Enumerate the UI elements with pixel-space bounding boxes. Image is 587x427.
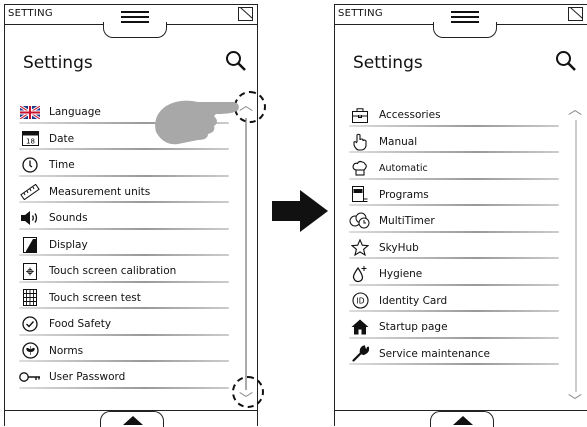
list-item-automatic[interactable]: Automatic bbox=[349, 155, 563, 182]
key-icon bbox=[19, 368, 41, 386]
item-label: Automatic bbox=[379, 162, 428, 174]
item-label: Time bbox=[49, 159, 75, 172]
calibration-icon bbox=[19, 262, 41, 280]
list-item-startup-page[interactable]: Startup page bbox=[349, 314, 563, 341]
item-label: Manual bbox=[379, 135, 418, 148]
calendar-icon: 18 bbox=[19, 130, 41, 148]
list-item-time[interactable]: Time bbox=[19, 152, 233, 179]
scroll-up-icon[interactable]: ︿ bbox=[568, 99, 582, 119]
toolbox-icon bbox=[349, 106, 371, 124]
item-label: Touch screen calibration bbox=[49, 265, 177, 278]
item-label: Identity Card bbox=[379, 294, 448, 307]
uk-flag-icon bbox=[19, 103, 41, 121]
list-item-identity-card[interactable]: ID Identity Card bbox=[349, 288, 563, 315]
list-item-user-password[interactable]: User Password bbox=[19, 364, 233, 391]
page-title: Settings bbox=[353, 53, 423, 73]
settings-panel-before: SETTING Settings Language 18 Date Time M… bbox=[4, 4, 266, 427]
hamburger-icon[interactable] bbox=[121, 11, 149, 23]
list-item-display[interactable]: Display bbox=[19, 232, 233, 259]
calendar-date-text: 18 bbox=[26, 138, 35, 146]
grid-icon bbox=[19, 289, 41, 307]
multitimer-icon bbox=[349, 212, 371, 230]
list-item-measurement-units[interactable]: Measurement units bbox=[19, 179, 233, 206]
item-label: Norms bbox=[49, 344, 84, 357]
list-item-accessories[interactable]: Accessories bbox=[349, 102, 563, 129]
settings-list: Accessories Manual Automatic Programs Mu… bbox=[349, 102, 563, 367]
header-label: SETTING bbox=[8, 8, 53, 19]
hamburger-icon[interactable] bbox=[451, 11, 479, 23]
item-label: Measurement units bbox=[49, 185, 151, 198]
expand-up-button[interactable] bbox=[430, 411, 494, 427]
list-item-touch-screen-calibration[interactable]: Touch screen calibration bbox=[19, 258, 233, 285]
scrollbar[interactable] bbox=[245, 118, 247, 390]
ruler-icon bbox=[19, 183, 41, 201]
highlight-scroll-down bbox=[232, 376, 264, 408]
list-item-hygiene[interactable]: Hygiene bbox=[349, 261, 563, 288]
item-label: SkyHub bbox=[379, 241, 419, 254]
header-label: SETTING bbox=[338, 8, 383, 19]
list-item-service-maintenance[interactable]: Service maintenance bbox=[349, 341, 563, 368]
list-item-food-safety[interactable]: Food Safety bbox=[19, 311, 233, 338]
search-icon[interactable] bbox=[225, 50, 247, 72]
item-label: Hygiene bbox=[379, 268, 423, 281]
list-item-manual[interactable]: Manual bbox=[349, 129, 563, 156]
chef-hat-icon bbox=[349, 159, 371, 177]
item-label: User Password bbox=[49, 371, 126, 384]
item-label: Date bbox=[49, 132, 75, 145]
drop-icon bbox=[349, 265, 371, 283]
list-item-skyhub[interactable]: SkyHub bbox=[349, 235, 563, 262]
item-label: Programs bbox=[379, 188, 429, 201]
star-icon bbox=[349, 239, 371, 257]
transition-arrow-icon bbox=[272, 190, 328, 232]
close-icon[interactable] bbox=[568, 7, 583, 21]
list-item-multitimer[interactable]: MultiTimer bbox=[349, 208, 563, 235]
item-label: Service maintenance bbox=[379, 347, 490, 360]
close-icon[interactable] bbox=[238, 7, 253, 21]
page-title: Settings bbox=[23, 53, 93, 73]
list-item-touch-screen-test[interactable]: Touch screen test bbox=[19, 285, 233, 312]
home-icon bbox=[349, 318, 371, 336]
item-label: Accessories bbox=[379, 109, 441, 122]
clock-icon bbox=[19, 156, 41, 174]
item-label: MultiTimer bbox=[379, 215, 435, 228]
list-item-sounds[interactable]: Sounds bbox=[19, 205, 233, 232]
display-icon bbox=[19, 236, 41, 254]
check-circle-icon bbox=[19, 315, 41, 333]
item-label: Touch screen test bbox=[49, 291, 141, 304]
list-item-norms[interactable]: Norms bbox=[19, 338, 233, 365]
menu-tab[interactable] bbox=[433, 11, 497, 38]
norms-icon bbox=[19, 342, 41, 360]
speaker-icon bbox=[19, 209, 41, 227]
item-label: Sounds bbox=[49, 212, 88, 225]
scrollbar[interactable] bbox=[575, 120, 577, 392]
pointing-hand-icon bbox=[155, 100, 239, 145]
settings-panel-after: SETTING Settings Accessories Manual Auto… bbox=[334, 4, 587, 427]
id-icon: ID bbox=[349, 292, 371, 310]
item-label: Startup page bbox=[379, 321, 448, 334]
wrench-icon bbox=[349, 345, 371, 363]
search-icon[interactable] bbox=[555, 50, 577, 72]
item-label: Food Safety bbox=[49, 318, 112, 331]
item-label: Display bbox=[49, 238, 88, 251]
id-icon-text: ID bbox=[356, 297, 364, 306]
scroll-down-icon[interactable]: ﹀ bbox=[568, 391, 582, 411]
list-item-programs[interactable]: Programs bbox=[349, 182, 563, 209]
item-label: Language bbox=[49, 106, 101, 119]
menu-tab[interactable] bbox=[103, 11, 167, 38]
hand-pointer-icon bbox=[349, 133, 371, 151]
programs-icon bbox=[349, 186, 371, 204]
expand-up-button[interactable] bbox=[100, 411, 164, 427]
